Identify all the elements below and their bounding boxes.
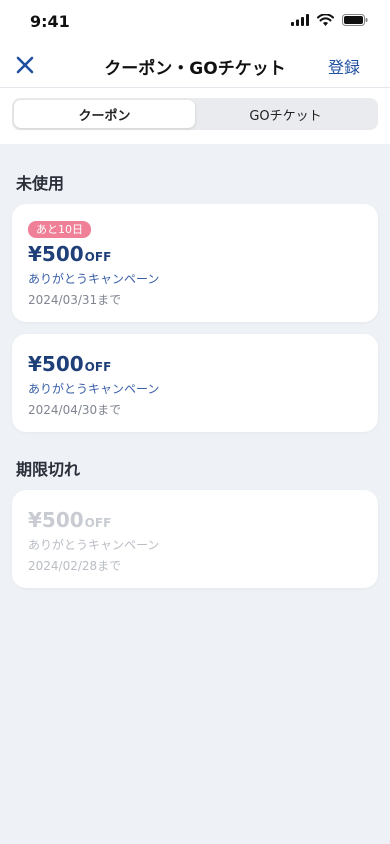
coupon-amount: ¥500 OFF bbox=[28, 508, 362, 532]
days-left-badge: あと10日 bbox=[28, 221, 91, 238]
status-bar: 9:41 bbox=[0, 0, 390, 42]
coupon-amount-value: ¥500 bbox=[28, 352, 84, 376]
wifi-icon bbox=[317, 14, 334, 26]
coupon-amount-suffix: OFF bbox=[84, 516, 112, 530]
status-time: 9:41 bbox=[30, 12, 70, 31]
status-icons bbox=[291, 14, 368, 26]
segmented-control: クーポン GOチケット bbox=[12, 98, 378, 130]
coupon-amount-suffix: OFF bbox=[84, 250, 112, 264]
coupon-expiry: 2024/02/28まで bbox=[28, 559, 122, 573]
coupon-amount: ¥500 OFF bbox=[28, 242, 362, 266]
section-title-expired: 期限切れ bbox=[16, 460, 81, 479]
tab-bar: クーポン GOチケット bbox=[0, 88, 390, 144]
coupon-amount: ¥500 OFF bbox=[28, 352, 362, 376]
coupon-campaign: ありがとうキャンペーン bbox=[28, 538, 160, 552]
tab-coupon[interactable]: クーポン bbox=[14, 100, 195, 128]
nav-bar: クーポン・GOチケット 登録 bbox=[0, 42, 390, 88]
coupon-campaign: ありがとうキャンペーン bbox=[28, 272, 160, 286]
battery-icon bbox=[342, 14, 368, 26]
coupon-card[interactable]: あと10日 ¥500 OFF ありがとうキャンペーン 2024/03/31まで bbox=[12, 204, 378, 322]
coupon-expiry: 2024/04/30まで bbox=[28, 403, 122, 417]
coupon-amount-suffix: OFF bbox=[84, 360, 112, 374]
coupon-expiry: 2024/03/31まで bbox=[28, 293, 122, 307]
section-title-unused: 未使用 bbox=[16, 174, 65, 193]
expired-coupon-card[interactable]: ¥500 OFF ありがとうキャンペーン 2024/02/28まで bbox=[12, 490, 378, 588]
coupon-campaign: ありがとうキャンペーン bbox=[28, 382, 160, 396]
register-button[interactable]: 登録 bbox=[328, 54, 360, 78]
signal-icon bbox=[291, 14, 309, 26]
coupon-amount-value: ¥500 bbox=[28, 242, 84, 266]
coupon-card[interactable]: ¥500 OFF ありがとうキャンペーン 2024/04/30まで bbox=[12, 334, 378, 432]
coupon-amount-value: ¥500 bbox=[28, 508, 84, 532]
tab-go-ticket[interactable]: GOチケット bbox=[195, 100, 376, 128]
